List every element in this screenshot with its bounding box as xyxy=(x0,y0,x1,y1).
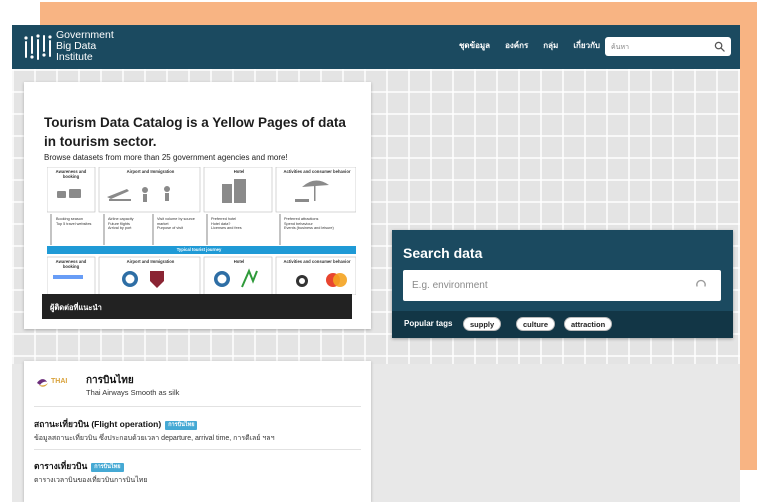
header-search-input[interactable] xyxy=(611,39,709,54)
brand-line: Institute xyxy=(56,51,93,63)
journey-bullet: Licenses and fees xyxy=(211,226,242,231)
journey-stage-label: Activities and consumer behavior xyxy=(283,259,351,264)
organization-tagline: Thai Airways Smooth as silk xyxy=(86,388,180,397)
journey-bullet: Purpose of visit xyxy=(157,226,183,231)
journey-stage-label: Hotel xyxy=(233,259,245,264)
journey-stage-label: Airport and Immigration xyxy=(126,169,175,174)
popular-tags-label: Popular tags xyxy=(404,319,453,328)
tag-culture[interactable]: culture xyxy=(516,317,556,331)
divider xyxy=(34,449,361,450)
search-icon[interactable] xyxy=(714,41,725,52)
org-badge[interactable]: การบินไทย xyxy=(91,463,124,472)
dataset-search-input[interactable] xyxy=(412,277,682,294)
search-heading: Search data xyxy=(403,245,483,261)
journey-stage-label: Airport and Immigration xyxy=(126,259,175,264)
journey-bullet: Arrival by port xyxy=(108,226,132,231)
tourist-journey-infographic[interactable] xyxy=(47,167,356,295)
screenshot-stage: Government Big Data Institute ชุดข้อมูล … xyxy=(0,0,757,502)
journey-bullets: Preferred attractions Spend behaviour Ev… xyxy=(284,217,354,231)
dataset-title[interactable]: ตารางเที่ยวบิน การบินไทย xyxy=(34,459,124,473)
journey-bullet: Top 5 travel websites xyxy=(56,221,92,226)
divider xyxy=(34,406,361,407)
journey-stage-label: Activities and consumer behavior xyxy=(283,169,351,174)
organization-name[interactable]: การบินไทย xyxy=(86,373,134,388)
dataset-title[interactable]: สถานะเที่ยวบิน (Flight operation) การบินไ… xyxy=(34,417,198,431)
search-data-panel: Search data Popular tags supply culture … xyxy=(392,230,733,338)
infographic-caption-bar[interactable]: ผู้ติดต่อที่แนะนำ xyxy=(42,294,352,319)
dataset-title-text: ตารางเที่ยวบิน xyxy=(34,461,88,471)
dataset-description: ข้อมูลสถานะเที่ยวบิน ซึ่งประกอบด้วยเวลา … xyxy=(34,435,275,442)
journey-bullet: Visit volume by source market xyxy=(157,217,195,226)
gbdi-logo-icon[interactable] xyxy=(23,33,53,61)
brand-name[interactable]: Government Big Data Institute xyxy=(56,30,114,63)
journey-bullets: Airline capacity Future flights Arrival … xyxy=(108,217,154,231)
top-navbar: Government Big Data Institute ชุดข้อมูล … xyxy=(12,25,740,69)
nav-datasets[interactable]: ชุดข้อมูล xyxy=(459,40,490,52)
nav-organizations[interactable]: องค์กร xyxy=(505,40,528,52)
tag-supply[interactable]: supply xyxy=(463,317,502,331)
tag-attraction[interactable]: attraction xyxy=(564,317,613,331)
journey-band-label: Typical tourist journey xyxy=(176,247,222,252)
infographic-caption: ผู้ติดต่อที่แนะนำ xyxy=(50,303,102,312)
journey-stage-label: Hotel xyxy=(233,169,245,174)
org-logo-text: THAI xyxy=(51,378,68,385)
catalog-title: Tourism Data Catalog is a Yellow Pages o… xyxy=(44,115,346,149)
dataset-list-card: THAI การบินไทย Thai Airways Smooth as si… xyxy=(24,361,371,502)
journey-stage-label: Awareness and booking xyxy=(55,169,87,179)
catalog-subtitle: Browse datasets from more than 25 govern… xyxy=(44,153,288,162)
popular-tags-bar: Popular tags supply culture attraction xyxy=(392,311,733,338)
journey-stage-label: Awareness and booking xyxy=(55,259,87,269)
dataset-title-text: สถานะเที่ยวบิน (Flight operation) xyxy=(34,419,162,429)
catalog-intro-card: Tourism Data Catalog is a Yellow Pages o… xyxy=(24,82,371,329)
dataset-search-box xyxy=(403,270,721,301)
journey-bullets: Booking season Top 5 travel websites xyxy=(56,217,96,226)
website-page: Government Big Data Institute ชุดข้อมูล … xyxy=(12,25,740,502)
dataset-description: ตารางเวลาบินของเที่ยวบินการบินไทย xyxy=(34,477,148,484)
header-search xyxy=(605,37,731,56)
journey-bullets: Visit volume by source market Purpose of… xyxy=(157,217,203,231)
org-badge[interactable]: การบินไทย xyxy=(165,421,198,430)
journey-bullets: Preferred hotel Hotel data? Licenses and… xyxy=(211,217,271,231)
main-nav: ชุดข้อมูล องค์กร กลุ่ม เกี่ยวกับ xyxy=(459,40,600,52)
journey-bullet: Events (business and leisure) xyxy=(284,226,334,231)
loading-spinner-icon xyxy=(696,279,706,287)
nav-about[interactable]: เกี่ยวกับ xyxy=(573,40,600,52)
nav-groups[interactable]: กลุ่ม xyxy=(543,40,558,52)
